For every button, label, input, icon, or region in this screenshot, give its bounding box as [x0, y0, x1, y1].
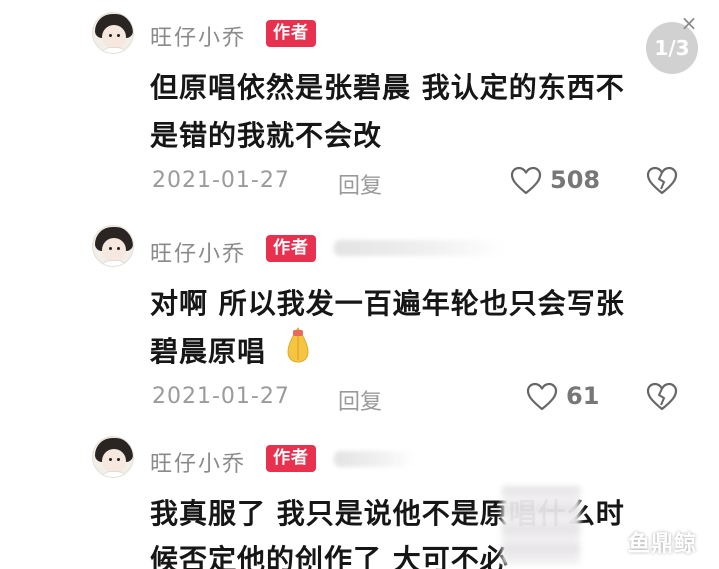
author-badge: 作者	[266, 235, 316, 262]
like-count: 508	[550, 166, 601, 194]
username[interactable]: 旺仔小乔	[150, 236, 246, 268]
close-icon[interactable]: ×	[678, 12, 700, 34]
avatar[interactable]	[92, 225, 134, 267]
comment-date: 2021-01-27	[152, 168, 290, 193]
comment-text-line: 碧晨原唱	[150, 335, 267, 368]
username[interactable]: 旺仔小乔	[150, 446, 246, 478]
avatar[interactable]	[92, 436, 134, 478]
reply-button[interactable]: 回复	[338, 168, 382, 200]
comment-date: 2021-01-27	[152, 384, 290, 409]
heart-outline-icon[interactable]	[526, 382, 558, 412]
like-count: 61	[566, 382, 600, 410]
broken-heart-icon[interactable]	[646, 166, 678, 196]
blurred-region	[334, 451, 414, 467]
pray-hands-emoji	[287, 327, 309, 363]
comment-text-line: 是错的我就不会改	[150, 119, 383, 152]
reply-button[interactable]: 回复	[338, 384, 382, 416]
comment-text-line: 但原唱依然是张碧晨 我认定的东西不	[150, 71, 625, 104]
broken-heart-icon[interactable]	[646, 382, 678, 412]
heart-outline-icon[interactable]	[510, 166, 542, 196]
blurred-region	[334, 240, 504, 256]
avatar[interactable]	[92, 12, 134, 54]
comment-text-line: 对啊 所以我发一百遍年轮也只会写张	[150, 287, 625, 320]
watermark: 鱼鼎鲸	[628, 532, 698, 557]
author-badge: 作者	[266, 20, 316, 47]
author-badge: 作者	[266, 445, 316, 472]
comment-text-line: 候否定他的创作了 大可不必	[150, 543, 509, 569]
username[interactable]: 旺仔小乔	[150, 20, 246, 52]
mosaic-blur	[502, 486, 580, 564]
